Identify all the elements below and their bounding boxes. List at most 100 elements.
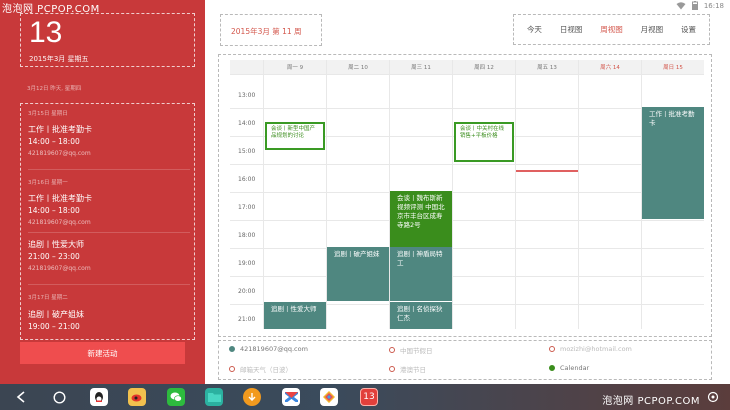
- legend-item[interactable]: Calendar: [549, 364, 589, 372]
- day-header[interactable]: 周四 12: [452, 60, 515, 74]
- day-header[interactable]: 周三 11: [389, 60, 452, 74]
- legend-label: 中国节假日: [400, 347, 433, 355]
- agenda-item-time: 19:00 – 21:00: [28, 322, 80, 331]
- back-icon[interactable]: [12, 388, 30, 406]
- day-header[interactable]: 周日 15: [641, 60, 704, 74]
- legend-item[interactable]: 邮箱天气（日波）: [229, 364, 292, 374]
- hour-label: 13:00: [238, 92, 256, 99]
- week-view-button[interactable]: 周视图: [600, 24, 623, 35]
- mail-app-icon[interactable]: [282, 388, 300, 406]
- agenda-item-calendar: 421819607@qq.com: [28, 265, 91, 272]
- agenda-item-title[interactable]: 工作丨批准考勤卡: [28, 193, 92, 204]
- download-app-icon[interactable]: [243, 388, 261, 406]
- agenda-item-title[interactable]: 追剧丨破产姐妹: [28, 309, 84, 320]
- hour-label: 19:00: [238, 260, 256, 267]
- grid-line: [230, 248, 704, 249]
- battery-icon: [691, 1, 698, 10]
- legend-dot-icon: [549, 365, 555, 371]
- calendar-event[interactable]: 会谈丨新型中国产品规划的讨论: [265, 122, 325, 150]
- legend-item[interactable]: 中国节假日: [389, 345, 433, 355]
- new-event-button[interactable]: 新建活动: [20, 342, 185, 364]
- agenda-item-calendar: 421819607@qq.com: [28, 150, 91, 157]
- day-header[interactable]: 周一 9: [263, 60, 326, 74]
- legend-dot-icon: [389, 347, 395, 353]
- agenda-item-title[interactable]: 追剧丨性爱大师: [28, 239, 84, 250]
- agenda-item-time: 14:00 – 18:00: [28, 206, 80, 215]
- legend-label: 港澳节日: [400, 366, 426, 374]
- legend-label: 邮箱天气（日波）: [240, 366, 292, 374]
- home-icon[interactable]: [50, 388, 68, 406]
- hour-label: 15:00: [238, 148, 256, 155]
- hour-label: 20:00: [238, 288, 256, 295]
- grid-line: [230, 276, 704, 277]
- agenda-date: 3月16日 星期一: [28, 180, 68, 186]
- agenda-item-title[interactable]: 工作丨批准考勤卡: [28, 124, 92, 135]
- agenda-divider: [28, 284, 190, 285]
- grid-line: [230, 74, 704, 75]
- calendar-app-icon[interactable]: 13: [360, 388, 378, 406]
- hour-label: 16:00: [238, 176, 256, 183]
- grid-line: [515, 60, 516, 329]
- calendar-event[interactable]: 会谈丨中关村在线销售+平板价格: [454, 122, 514, 162]
- past-date-header: 3月12日 昨天, 星期四: [27, 86, 82, 92]
- hour-label: 14:00: [238, 120, 256, 127]
- week-title: 2015年3月 第 11 周: [231, 27, 302, 36]
- day-header[interactable]: 周六 14: [578, 60, 641, 74]
- day-header[interactable]: 周五 13: [515, 60, 578, 74]
- day-header[interactable]: 周二 10: [326, 60, 389, 74]
- agenda-divider: [28, 169, 190, 170]
- grid-line: [230, 164, 704, 165]
- calendar-event[interactable]: 追剧丨神盾局特工: [390, 247, 452, 301]
- settings-button[interactable]: 设置: [681, 24, 696, 35]
- hour-label: 17:00: [238, 204, 256, 211]
- settings-gear-icon[interactable]: [704, 388, 722, 406]
- qq-app-icon[interactable]: [90, 388, 108, 406]
- hour-label: 21:00: [238, 316, 256, 323]
- watermark-bottom: 泡泡网 PCPOP.COM: [602, 396, 700, 407]
- legend-label: 421819607@qq.com: [240, 345, 308, 353]
- grid-line: [230, 192, 704, 193]
- legend-dot-icon: [229, 346, 235, 352]
- legend-item[interactable]: 港澳节日: [389, 364, 426, 374]
- agenda-date: 3月17日 星期二: [28, 295, 68, 301]
- folder-app-icon[interactable]: [205, 388, 223, 406]
- week-title-box[interactable]: 2015年3月 第 11 周: [220, 14, 322, 46]
- calendar-event[interactable]: 工作丨批准考勤卡: [642, 107, 704, 219]
- legend-item[interactable]: mozizhi@hotmail.com: [549, 345, 632, 353]
- agenda-date: 3月15日 星期日: [28, 111, 68, 117]
- grid-line: [452, 60, 453, 329]
- calendar-event[interactable]: 追剧丨破产姐妹: [327, 247, 389, 301]
- clock: 16:18: [703, 1, 724, 10]
- legend-label: mozizhi@hotmail.com: [560, 345, 632, 353]
- calendar-app-badge: 13: [363, 392, 375, 402]
- today-button[interactable]: 今天: [527, 24, 542, 35]
- weibo-app-icon[interactable]: [128, 388, 146, 406]
- calendar-legend: 421819607@qq.com 中国节假日 mozizhi@hotmail.c…: [218, 340, 712, 380]
- legend-label: Calendar: [560, 364, 590, 372]
- legend-dot-icon: [389, 366, 395, 372]
- legend-item[interactable]: 421819607@qq.com: [229, 345, 308, 353]
- sidebar: 泡泡网 PCPOP.COM 13 2015年3月 星期五 3月12日 昨天, 星…: [0, 0, 205, 384]
- taskbar: 13 泡泡网 PCPOP.COM: [0, 384, 730, 410]
- agenda-item-time: 21:00 – 23:00: [28, 252, 80, 261]
- today-date-subtitle: 2015年3月 星期五: [29, 55, 89, 63]
- view-switcher: 今天 日视图 周视图 月视图 设置: [513, 14, 710, 45]
- month-view-button[interactable]: 月视图: [641, 24, 664, 35]
- today-day-number: 13: [29, 16, 63, 49]
- day-view-button[interactable]: 日视图: [560, 24, 583, 35]
- grid-line: [230, 220, 704, 221]
- wifi-icon: [676, 1, 686, 9]
- agenda-item-calendar: 421819607@qq.com: [28, 219, 91, 226]
- calendar-event[interactable]: 会谈丨魏布斯新视频评测 中国北京市丰台区成寿寺路2号: [390, 191, 452, 247]
- week-calendar-grid[interactable]: 周一 9 周二 10 周三 11 周四 12 周五 13 周六 14 周日 15…: [230, 60, 704, 329]
- calendar-event[interactable]: 追剧丨名侦探狄仁杰: [390, 302, 452, 329]
- today-date-card[interactable]: 13 2015年3月 星期五: [20, 13, 195, 67]
- grid-line: [263, 60, 264, 329]
- store-app-icon[interactable]: [320, 388, 338, 406]
- grid-line: [578, 60, 579, 329]
- calendar-event[interactable]: 追剧丨性爱大师: [264, 302, 326, 329]
- wechat-app-icon[interactable]: [167, 388, 185, 406]
- agenda-item-time: 14:00 – 18:00: [28, 137, 80, 146]
- grid-line: [230, 108, 704, 109]
- agenda-list[interactable]: 3月15日 星期日 工作丨批准考勤卡 14:00 – 18:00 4218196…: [20, 103, 195, 340]
